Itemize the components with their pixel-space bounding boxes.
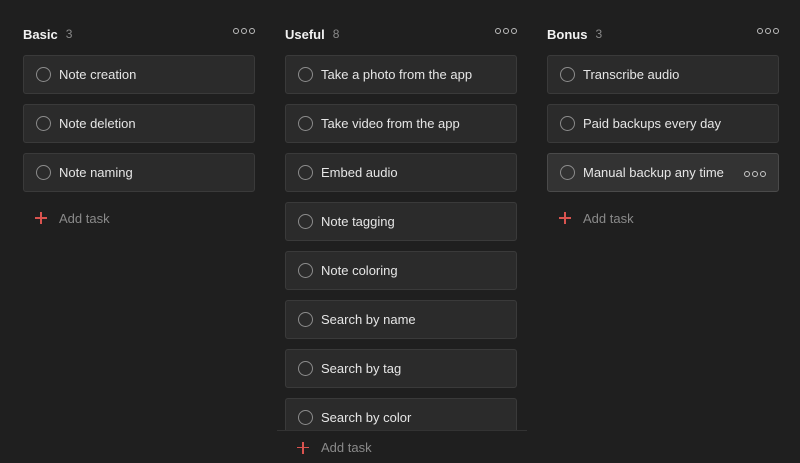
task-label: Paid backups every day [583,116,722,131]
task-label: Transcribe audio [583,67,680,82]
column-more-icon[interactable] [233,28,255,34]
task-card[interactable]: Embed audio [285,153,517,192]
checkbox-circle-icon[interactable] [36,165,51,180]
add-task-label: Add task [59,210,110,226]
task-list: Take a photo from the app Take video fro… [285,55,519,430]
plus-icon [297,441,309,454]
task-card[interactable]: Take video from the app [285,104,517,143]
checkbox-circle-icon[interactable] [298,361,313,376]
task-label: Note tagging [321,214,395,229]
column-title: Useful [285,26,325,42]
task-card[interactable]: Manual backup any time [547,153,779,192]
checkbox-circle-icon[interactable] [298,165,313,180]
add-task-button[interactable]: Add task [547,208,781,228]
column-bonus: Bonus 3 Transcribe audio Paid backups ev… [547,0,781,463]
task-label: Manual backup any time [583,165,724,180]
column-header: Bonus 3 [547,24,781,44]
task-more-icon[interactable] [744,171,766,177]
column-title: Bonus [547,26,588,42]
add-task-label: Add task [583,210,634,226]
checkbox-circle-icon[interactable] [298,116,313,131]
task-card[interactable]: Search by name [285,300,517,339]
task-label: Embed audio [321,165,398,180]
column-count: 3 [65,27,73,41]
column-header: Useful 8 [285,24,519,44]
column-header: Basic 3 [23,24,257,44]
column-more-icon[interactable] [757,28,779,34]
task-card[interactable]: Note creation [23,55,255,94]
task-card[interactable]: Note deletion [23,104,255,143]
task-label: Take a photo from the app [321,67,473,82]
checkbox-circle-icon[interactable] [36,67,51,82]
task-list: Note creation Note deletion Note naming … [23,55,257,228]
task-card[interactable]: Note tagging [285,202,517,241]
checkbox-circle-icon[interactable] [560,165,575,180]
task-list: Transcribe audio Paid backups every day … [547,55,781,228]
board: Basic 3 Note creation Note deletion Note… [0,0,800,463]
add-task-button[interactable]: Add task [277,430,527,463]
task-label: Note creation [59,67,137,82]
task-label: Search by tag [321,361,402,376]
column-count: 8 [332,27,340,41]
task-label: Note deletion [59,116,136,131]
add-task-label: Add task [321,440,372,455]
task-label: Note coloring [321,263,398,278]
checkbox-circle-icon[interactable] [298,410,313,425]
task-card[interactable]: Note naming [23,153,255,192]
task-card[interactable]: Transcribe audio [547,55,779,94]
checkbox-circle-icon[interactable] [560,116,575,131]
add-task-button[interactable]: Add task [23,208,257,228]
checkbox-circle-icon[interactable] [298,214,313,229]
task-card[interactable]: Search by tag [285,349,517,388]
task-label: Search by color [321,410,412,425]
column-more-icon[interactable] [495,28,517,34]
checkbox-circle-icon[interactable] [298,312,313,327]
task-list-scroll-area[interactable]: Take a photo from the app Take video fro… [285,55,519,430]
task-card[interactable]: Paid backups every day [547,104,779,143]
checkbox-circle-icon[interactable] [298,263,313,278]
column-count: 3 [595,27,603,41]
task-card[interactable]: Search by color [285,398,517,430]
task-card[interactable]: Take a photo from the app [285,55,517,94]
checkbox-circle-icon[interactable] [560,67,575,82]
plus-icon [559,212,571,224]
column-basic: Basic 3 Note creation Note deletion Note… [23,0,257,463]
column-title: Basic [23,26,58,42]
plus-icon [35,212,47,224]
task-label: Note naming [59,165,133,180]
column-useful: Useful 8 Take a photo from the app Take … [277,0,527,463]
checkbox-circle-icon[interactable] [36,116,51,131]
task-label: Search by name [321,312,416,327]
task-card[interactable]: Note coloring [285,251,517,290]
checkbox-circle-icon[interactable] [298,67,313,82]
task-label: Take video from the app [321,116,460,131]
